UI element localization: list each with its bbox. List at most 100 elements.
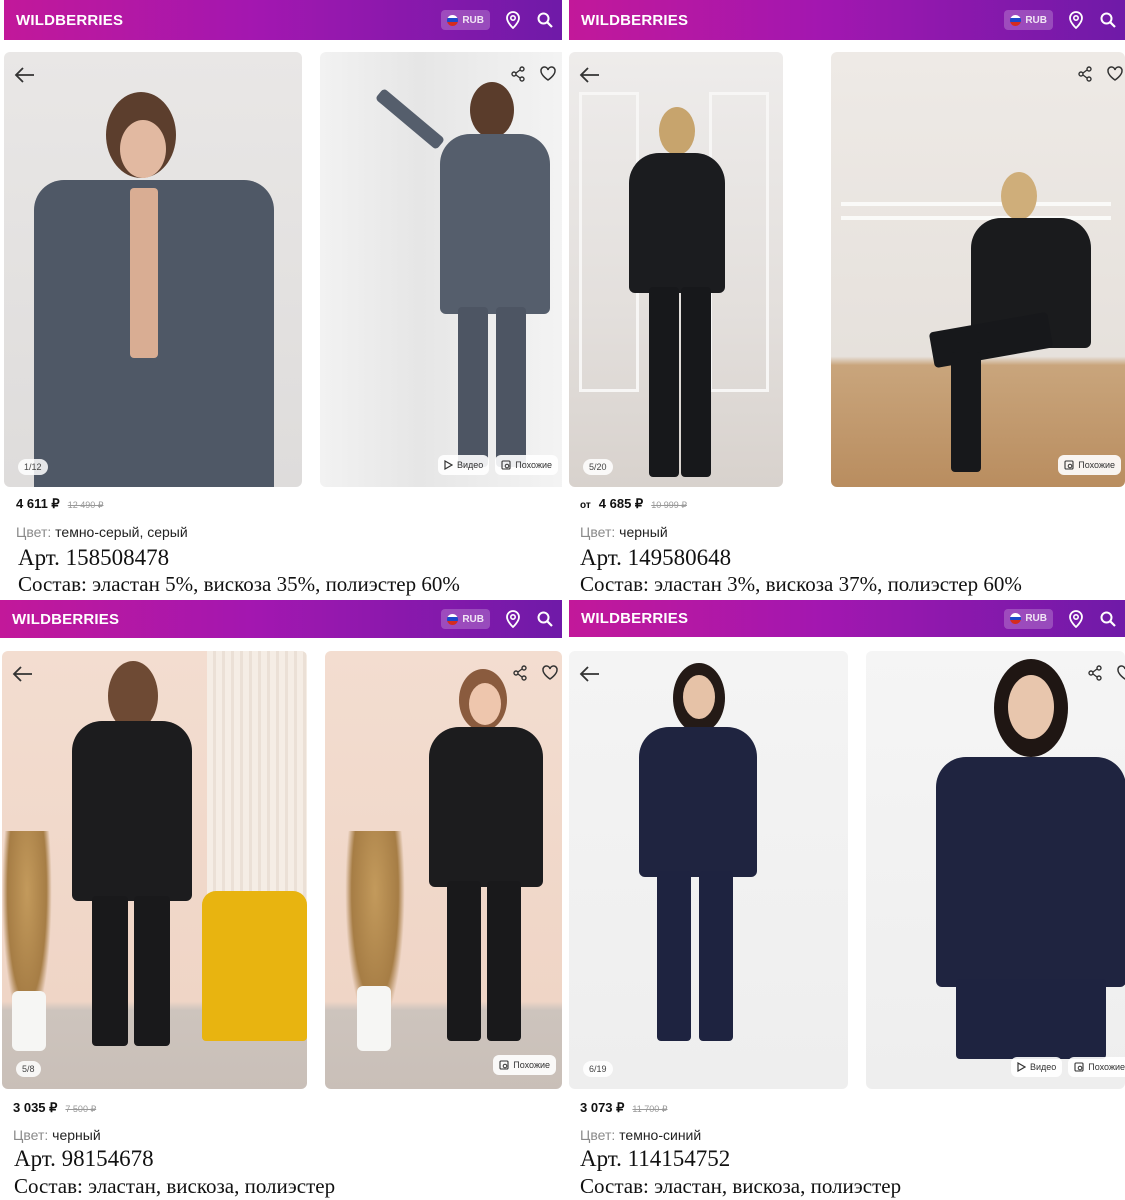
back-arrow-icon[interactable] bbox=[14, 66, 36, 84]
yellow-armchair bbox=[202, 891, 307, 1041]
russia-flag-icon bbox=[1010, 14, 1022, 26]
similar-label: Похожие bbox=[513, 1060, 550, 1070]
similar-label: Похожие bbox=[1088, 1062, 1125, 1072]
current-price: 4 611 ₽ bbox=[16, 496, 60, 511]
share-icon[interactable] bbox=[510, 66, 526, 82]
product-photo-secondary[interactable]: Похожие bbox=[831, 52, 1125, 487]
product-photo-secondary[interactable]: Видео Похожие bbox=[320, 52, 562, 487]
product-card-1: WILDBERRIES RUB 1/12 Видео Похожие 4 611… bbox=[0, 0, 562, 600]
location-pin-icon[interactable] bbox=[1067, 609, 1085, 628]
share-icon[interactable] bbox=[1087, 665, 1103, 681]
old-price: 11 700 ₽ bbox=[632, 1104, 668, 1114]
back-arrow-icon[interactable] bbox=[579, 665, 601, 683]
currency-label: RUB bbox=[462, 613, 484, 625]
currency-selector[interactable]: RUB bbox=[1004, 10, 1053, 30]
wall-molding bbox=[841, 202, 1111, 220]
product-photo-secondary[interactable]: Видео Похожие bbox=[866, 651, 1125, 1089]
color-value: черный bbox=[52, 1127, 101, 1143]
app-header: WILDBERRIES RUB bbox=[4, 0, 562, 40]
similar-search-icon bbox=[501, 460, 511, 470]
search-icon[interactable] bbox=[1099, 610, 1117, 628]
price-prefix: от bbox=[580, 500, 591, 511]
color-label: Цвет: bbox=[13, 1127, 49, 1143]
color-label: Цвет: bbox=[580, 1127, 616, 1143]
similar-search-icon bbox=[1064, 460, 1074, 470]
photo-counter: 6/19 bbox=[583, 1061, 613, 1077]
article-number: Арт. 149580648 bbox=[580, 545, 732, 570]
old-price: 7 500 ₽ bbox=[65, 1104, 97, 1114]
photo-counter: 5/8 bbox=[16, 1061, 41, 1077]
similar-label: Похожие bbox=[1078, 460, 1115, 470]
location-pin-icon[interactable] bbox=[1067, 11, 1085, 29]
product-photo-main[interactable]: 5/8 bbox=[2, 651, 307, 1089]
play-icon bbox=[444, 460, 453, 470]
currency-selector[interactable]: RUB bbox=[441, 10, 490, 30]
currency-label: RUB bbox=[1025, 14, 1047, 26]
currency-selector[interactable]: RUB bbox=[1004, 608, 1053, 629]
product-photo-main[interactable]: 6/19 bbox=[569, 651, 848, 1089]
similar-button[interactable]: Похожие bbox=[493, 1055, 556, 1075]
heart-icon[interactable] bbox=[542, 665, 558, 680]
color-info: Цвет: темно-синий bbox=[580, 1127, 701, 1143]
product-card-4: WILDBERRIES RUB 6/19 Видео Похожие 3 073… bbox=[563, 600, 1125, 1200]
search-icon[interactable] bbox=[536, 610, 554, 628]
vase bbox=[12, 991, 46, 1051]
current-price: 3 035 ₽ bbox=[13, 1100, 58, 1115]
video-label: Видео bbox=[456, 460, 484, 470]
app-header: WILDBERRIES RUB bbox=[569, 600, 1125, 637]
composition: Состав: эластан 5%, вискоза 35%, полиэст… bbox=[18, 572, 460, 596]
heart-icon[interactable] bbox=[1117, 665, 1125, 680]
search-icon[interactable] bbox=[1099, 11, 1117, 29]
brand-logo[interactable]: WILDBERRIES bbox=[12, 611, 119, 628]
old-price: 10 999 ₽ bbox=[651, 500, 687, 510]
share-icon[interactable] bbox=[512, 665, 528, 681]
color-info: Цвет: темно-серый, серый bbox=[16, 524, 188, 540]
share-icon[interactable] bbox=[1077, 66, 1093, 82]
heart-icon[interactable] bbox=[540, 66, 556, 81]
vase bbox=[357, 986, 391, 1051]
composition: Состав: эластан, вискоза, полиэстер bbox=[14, 1174, 336, 1198]
similar-label: Похожие bbox=[515, 460, 552, 470]
product-photo-secondary[interactable]: Похожие bbox=[325, 651, 562, 1089]
color-value: темно-синий bbox=[619, 1127, 702, 1143]
product-card-2: WILDBERRIES RUB 5/20 Похожие от 4 685 ₽ … bbox=[563, 0, 1125, 600]
article-number: Арт. 158508478 bbox=[18, 545, 170, 570]
similar-button[interactable]: Похожие bbox=[495, 455, 558, 475]
heart-icon[interactable] bbox=[1107, 66, 1123, 81]
similar-button[interactable]: Похожие bbox=[1068, 1057, 1125, 1077]
product-card-3: WILDBERRIES RUB 5/8 Похожие 3 035 ₽ 7 50… bbox=[0, 600, 562, 1200]
photo-counter: 5/20 bbox=[583, 459, 613, 475]
video-label: Видео bbox=[1029, 1062, 1057, 1072]
back-arrow-icon[interactable] bbox=[579, 66, 601, 84]
search-icon[interactable] bbox=[536, 11, 554, 29]
color-label: Цвет: bbox=[580, 524, 616, 540]
app-header: WILDBERRIES RUB bbox=[569, 0, 1125, 40]
price-row: от 4 685 ₽ 10 999 ₽ bbox=[580, 496, 687, 512]
similar-search-icon bbox=[1074, 1062, 1084, 1072]
play-icon bbox=[1017, 1062, 1026, 1072]
color-value: темно-серый, серый bbox=[55, 524, 188, 540]
old-price: 12 490 ₽ bbox=[67, 500, 104, 510]
brand-logo[interactable]: WILDBERRIES bbox=[16, 12, 123, 29]
composition: Состав: эластан, вискоза, полиэстер bbox=[580, 1174, 902, 1198]
color-info: Цвет: черный bbox=[13, 1127, 101, 1143]
video-button[interactable]: Видео bbox=[437, 455, 490, 475]
brand-logo[interactable]: WILDBERRIES bbox=[581, 12, 688, 29]
article-number: Арт. 98154678 bbox=[14, 1146, 154, 1171]
product-photo-main[interactable]: 1/12 bbox=[4, 52, 302, 487]
location-pin-icon[interactable] bbox=[504, 11, 522, 29]
price-row: 4 611 ₽ 12 490 ₽ bbox=[16, 496, 103, 512]
back-arrow-icon[interactable] bbox=[12, 665, 34, 683]
video-button[interactable]: Видео bbox=[1010, 1057, 1063, 1077]
price-row: 3 035 ₽ 7 500 ₽ bbox=[13, 1100, 96, 1116]
photo-counter: 1/12 bbox=[18, 459, 48, 475]
current-price: 4 685 ₽ bbox=[598, 496, 644, 511]
russia-flag-icon bbox=[447, 14, 459, 26]
brand-logo[interactable]: WILDBERRIES bbox=[581, 610, 688, 627]
currency-selector[interactable]: RUB bbox=[441, 609, 490, 629]
product-photo-main[interactable]: 5/20 bbox=[569, 52, 783, 487]
current-price: 3 073 ₽ bbox=[580, 1100, 625, 1115]
similar-button[interactable]: Похожие bbox=[1058, 455, 1121, 475]
similar-search-icon bbox=[499, 1060, 509, 1070]
location-pin-icon[interactable] bbox=[504, 610, 522, 628]
